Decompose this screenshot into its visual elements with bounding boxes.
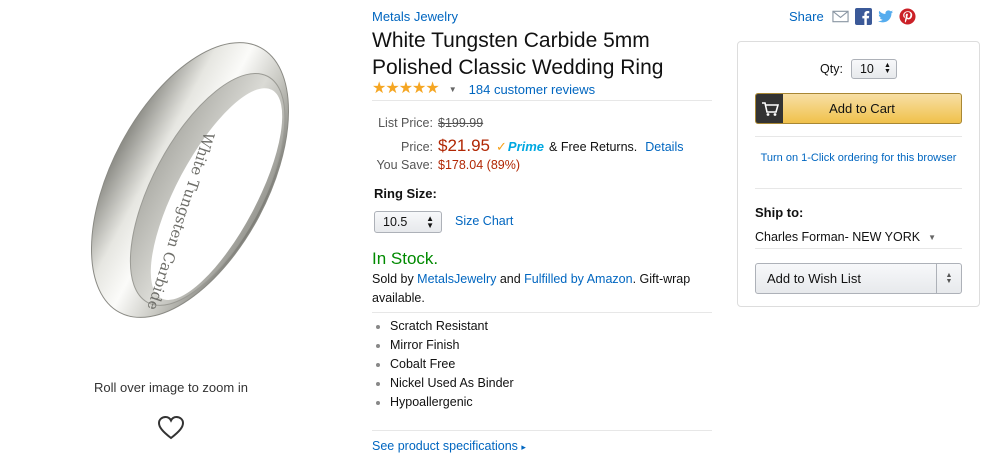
- sold-by-and: and: [496, 272, 525, 286]
- review-count-link[interactable]: 184 customer reviews: [469, 82, 595, 97]
- list-item: Scratch Resistant: [374, 317, 514, 336]
- product-title: White Tungsten Carbide 5mm Polished Clas…: [372, 29, 664, 79]
- ring-size-label: Ring Size:: [374, 186, 437, 201]
- divider: [372, 100, 712, 101]
- list-price: $199.99: [438, 116, 484, 130]
- list-item: Hypoallergenic: [374, 393, 514, 412]
- cart-glyph: [761, 101, 779, 116]
- chevron-down-icon: ▼: [928, 232, 937, 242]
- list-price-label: List Price:: [378, 116, 433, 130]
- rating-row: ★ ★ ★ ★ ★ ▼ 184 customer reviews: [372, 81, 595, 97]
- image-column: White Tungsten Carbide Roll over image t…: [0, 0, 350, 470]
- check-icon: ✓: [496, 139, 507, 154]
- fulfilled-by-amazon-link[interactable]: Fulfilled by Amazon: [524, 272, 632, 286]
- updown-arrows-icon[interactable]: ▲ ▼: [936, 264, 961, 293]
- star-icon: ★: [425, 80, 439, 97]
- divider: [755, 248, 962, 249]
- see-specs-link[interactable]: See product specifications ▸: [372, 439, 526, 453]
- share-label[interactable]: Share: [789, 9, 824, 24]
- feature-bullets: Scratch Resistant Mirror Finish Cobalt F…: [374, 317, 514, 412]
- ring-size-select[interactable]: 10.5 ▲ ▼: [374, 211, 442, 233]
- ship-address-select[interactable]: Charles Forman- NEW YORK ▼: [755, 230, 936, 244]
- add-to-cart-button[interactable]: Add to Cart: [755, 93, 962, 124]
- one-click-link[interactable]: Turn on 1-Click ordering for this browse…: [738, 152, 979, 164]
- list-item: Nickel Used As Binder: [374, 374, 514, 393]
- zoom-hint: Roll over image to zoom in: [94, 380, 248, 395]
- list-item: Cobalt Free: [374, 355, 514, 374]
- price: $21.95: [438, 136, 490, 155]
- twitter-icon[interactable]: [877, 8, 894, 25]
- divider: [372, 430, 712, 431]
- add-to-cart-label: Add to Cart: [829, 101, 895, 116]
- wishlist-label: Add to Wish List: [767, 271, 861, 286]
- quantity-row: Qty: 10 ▲ ▼: [738, 59, 979, 79]
- stock-status: In Stock.: [372, 249, 439, 268]
- price-block: List Price: $199.99 Price: $21.95 ✓Prime…: [372, 116, 712, 178]
- updown-arrows-icon: ▲ ▼: [884, 62, 891, 75]
- ship-to-label: Ship to:: [755, 205, 804, 220]
- product-image[interactable]: White Tungsten Carbide: [60, 20, 320, 340]
- pinterest-icon[interactable]: [899, 8, 916, 25]
- share-row: Share: [789, 8, 916, 25]
- sold-by-prefix: Sold by: [372, 272, 418, 286]
- free-returns-text: & Free Returns.: [549, 140, 638, 154]
- divider: [372, 312, 712, 313]
- chevron-right-icon: ▸: [521, 442, 526, 452]
- prime-badge: ✓Prime: [496, 139, 544, 155]
- ring-size-value: 10.5: [383, 215, 408, 229]
- sold-by-text: Sold by MetalsJewelry and Fulfilled by A…: [372, 270, 712, 308]
- cart-icon: [756, 94, 783, 123]
- seller-link[interactable]: MetalsJewelry: [417, 272, 496, 286]
- buy-box: Qty: 10 ▲ ▼ Add to Cart Turn on 1-Click o…: [737, 41, 980, 307]
- star-icon: ★: [372, 80, 386, 97]
- qty-value: 10: [859, 62, 874, 76]
- ship-address-value: Charles Forman- NEW YORK: [755, 230, 921, 244]
- you-save-label: You Save:: [376, 158, 433, 172]
- add-to-wish-list-button[interactable]: Add to Wish List ▲ ▼: [755, 263, 962, 294]
- star-icon: ★: [398, 80, 413, 97]
- qty-label: Qty:: [820, 62, 843, 76]
- divider: [755, 188, 962, 189]
- heart-icon[interactable]: [157, 415, 185, 441]
- see-specs-label: See product specifications: [372, 439, 518, 453]
- star-icon: ★: [385, 80, 399, 97]
- star-icon: ★: [412, 80, 426, 97]
- list-item: Mirror Finish: [374, 336, 514, 355]
- divider: [755, 136, 962, 137]
- facebook-icon[interactable]: [854, 8, 872, 25]
- brand-link[interactable]: Metals Jewelry: [372, 9, 458, 24]
- prime-label: Prime: [507, 139, 545, 154]
- size-chart-link[interactable]: Size Chart: [455, 214, 513, 228]
- updown-arrows-icon: ▲ ▼: [426, 214, 434, 230]
- price-label: Price:: [401, 140, 433, 154]
- chevron-down-icon[interactable]: ▼: [449, 85, 457, 94]
- you-save-amount: $178.04 (89%): [438, 158, 521, 172]
- star-rating[interactable]: ★ ★ ★ ★ ★: [372, 80, 440, 97]
- details-link[interactable]: Details: [645, 140, 683, 154]
- email-icon[interactable]: [831, 8, 850, 25]
- quantity-select[interactable]: 10 ▲ ▼: [850, 59, 897, 79]
